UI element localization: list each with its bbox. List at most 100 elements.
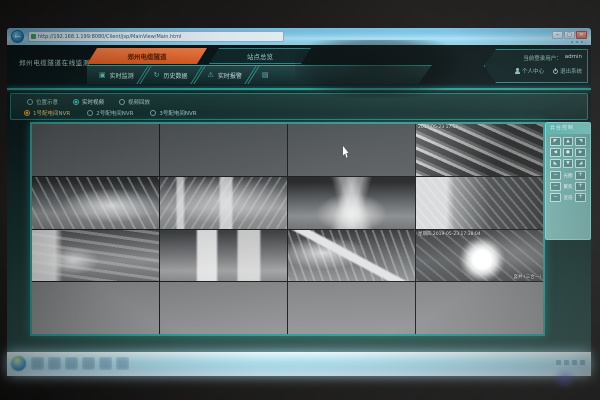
menu-item-history-data[interactable]: ↻ 历史数据	[150, 71, 192, 80]
ptz-down-left-button[interactable]: ◣	[550, 159, 561, 168]
browser-toolbar-icons[interactable]	[571, 41, 583, 43]
ptz-panel-title: 云台控制	[546, 123, 590, 134]
camera-tile[interactable]	[160, 230, 287, 282]
tab-site-overview[interactable]: 站点总览	[209, 48, 311, 64]
ptz-down-right-button[interactable]: ◢	[575, 159, 586, 168]
camera-tile[interactable]	[288, 177, 415, 229]
taskbar-app-icon	[65, 357, 78, 370]
camera-tile[interactable]	[32, 230, 159, 282]
ptz-up-button[interactable]: ▲	[563, 137, 574, 146]
ptz-right-button[interactable]: ▶	[575, 148, 586, 157]
personal-center-link[interactable]: 个人中心	[515, 67, 544, 75]
ptz-focus-row: − 聚焦 +	[550, 182, 586, 191]
photo-light-artifact	[551, 371, 579, 388]
filter-panel: 位置示意 实时视频 视频回放 1号配电间NVR 2号配电间N	[10, 93, 588, 120]
radio-nvr-1[interactable]: 1号配电间NVR	[24, 109, 70, 117]
iris-label: 光圈	[564, 173, 573, 179]
camera-grid: 2019-05-23 17:38 星期四 2019-05-23 17:38:04…	[32, 124, 543, 334]
nvr-radios: 1号配电间NVR 2号配电间NVR 3号配电间NVR	[24, 109, 197, 117]
alarm-icon: ⚠	[208, 72, 214, 79]
radio-nvr-2[interactable]: 2号配电间NVR	[87, 109, 133, 117]
menu-item-fourth[interactable]: ▤	[258, 72, 277, 79]
camera-osd-timestamp: 星期四 2019-05-23 17:38:04	[418, 231, 481, 237]
maximize-button[interactable]: □	[564, 31, 575, 39]
ptz-down-button[interactable]: ▼	[563, 159, 574, 168]
camera-tile[interactable]	[416, 177, 543, 229]
menu-item-realtime-monitor[interactable]: ▣ 实时监测	[95, 71, 138, 80]
history-icon: ↻	[154, 72, 160, 79]
username: admin	[565, 54, 582, 62]
user-info-box: 当前登录用户： admin 个人中心 退出系统	[484, 49, 588, 83]
logout-label: 退出系统	[560, 67, 582, 75]
ptz-up-left-button[interactable]: ◤	[550, 137, 561, 146]
login-user-label: 当前登录用户：	[523, 54, 562, 62]
radio-nvr-3[interactable]: 3号配电间NVR	[150, 109, 196, 117]
menu-divider	[196, 65, 200, 84]
tab-tunnel[interactable]: 郑州电缆隧道	[87, 48, 207, 64]
menu-bar: ▣ 实时监测 ↻ 历史数据 ⚠ 实时报警 ▤	[87, 65, 432, 84]
site-favicon-icon	[31, 34, 36, 39]
radio-dot	[27, 99, 33, 105]
camera-tile[interactable]: 星期四 2019-05-23 17:38:04 竖井 (三合一)	[416, 230, 543, 282]
view-mode-radios: 位置示意 实时视频 视频回放	[27, 98, 150, 106]
radio-location-view[interactable]: 位置示意	[27, 98, 58, 106]
ptz-up-right-button[interactable]: ◥	[575, 137, 586, 146]
taskbar-app-icon	[48, 357, 61, 370]
empty-channel-tile	[288, 282, 415, 334]
camera-tile[interactable]	[32, 177, 159, 229]
camera-tile[interactable]	[160, 177, 287, 229]
radio-video-playback[interactable]: 视频回放	[119, 98, 150, 106]
menu-label: 实时报警	[218, 71, 242, 80]
browser-title-bar: ← http://192.168.1.199:8080/Client/jsp/M…	[7, 28, 591, 45]
personal-center-label: 个人中心	[522, 67, 544, 75]
radio-realtime-video[interactable]: 实时视频	[73, 98, 104, 106]
camera-tile[interactable]: 2019-05-23 17:38	[416, 124, 543, 176]
empty-channel-tile	[160, 282, 287, 334]
focus-minus-button[interactable]: −	[550, 182, 561, 191]
zoom-minus-button[interactable]: −	[550, 193, 561, 202]
taskbar-app-icon	[116, 357, 129, 370]
monitor-icon: ▣	[99, 72, 106, 79]
empty-channel-tile	[32, 124, 159, 176]
camera-osd-label: 竖井 (三合一)	[514, 274, 541, 280]
ptz-direction-pad: ◤ ▲ ◥ ◀ ● ▶ ◣ ▼ ◢	[550, 137, 586, 168]
monitor-photo: ← http://192.168.1.199:8080/Client/jsp/M…	[0, 0, 600, 400]
video-wall: 2019-05-23 17:38 星期四 2019-05-23 17:38:04…	[30, 122, 545, 336]
empty-channel-tile	[288, 124, 415, 176]
ptz-control-panel: 云台控制 ◤ ▲ ◥ ◀ ● ▶ ◣ ▼ ◢ − 光圈 + − 聚焦 +	[545, 122, 591, 240]
menu-divider	[250, 65, 254, 84]
address-bar[interactable]: http://192.168.1.199:8080/Client/jsp/Mai…	[28, 31, 284, 42]
focus-plus-button[interactable]: +	[575, 182, 586, 191]
radio-label: 实时视频	[82, 98, 104, 106]
radio-dot	[119, 99, 125, 105]
radio-label: 3号配电间NVR	[159, 109, 196, 117]
iris-minus-button[interactable]: −	[550, 171, 561, 180]
minimize-button[interactable]: ─	[552, 31, 563, 39]
empty-channel-tile	[32, 282, 159, 334]
taskbar-app-icon	[82, 357, 95, 370]
camera-osd-timestamp: 2019-05-23 17:38	[418, 125, 459, 130]
taskbar-icons[interactable]	[31, 357, 129, 370]
radio-dot	[87, 110, 93, 116]
window-controls: ─ □ ✕	[552, 31, 587, 39]
logout-link[interactable]: 退出系统	[553, 67, 582, 75]
browser-back-button[interactable]: ←	[11, 30, 24, 43]
menu-item-realtime-alarm[interactable]: ⚠ 实时报警	[204, 71, 246, 80]
empty-channel-tile	[160, 124, 287, 176]
report-icon: ▤	[262, 72, 269, 79]
camera-tile[interactable]	[288, 230, 415, 282]
taskbar-app-icon	[99, 357, 112, 370]
iris-plus-button[interactable]: +	[575, 171, 586, 180]
ptz-left-button[interactable]: ◀	[550, 148, 561, 157]
zoom-plus-button[interactable]: +	[575, 193, 586, 202]
system-tray[interactable]	[556, 360, 585, 365]
focus-label: 聚焦	[564, 184, 573, 190]
menu-label: 历史数据	[164, 71, 188, 80]
close-button[interactable]: ✕	[576, 31, 587, 39]
zoom-label: 变倍	[564, 195, 573, 201]
start-button[interactable]	[11, 356, 26, 371]
ptz-center-button[interactable]: ●	[563, 148, 574, 157]
url-text: http://192.168.1.199:8080/Client/jsp/Mai…	[38, 34, 181, 40]
power-icon	[553, 69, 558, 74]
radio-dot	[150, 110, 156, 116]
